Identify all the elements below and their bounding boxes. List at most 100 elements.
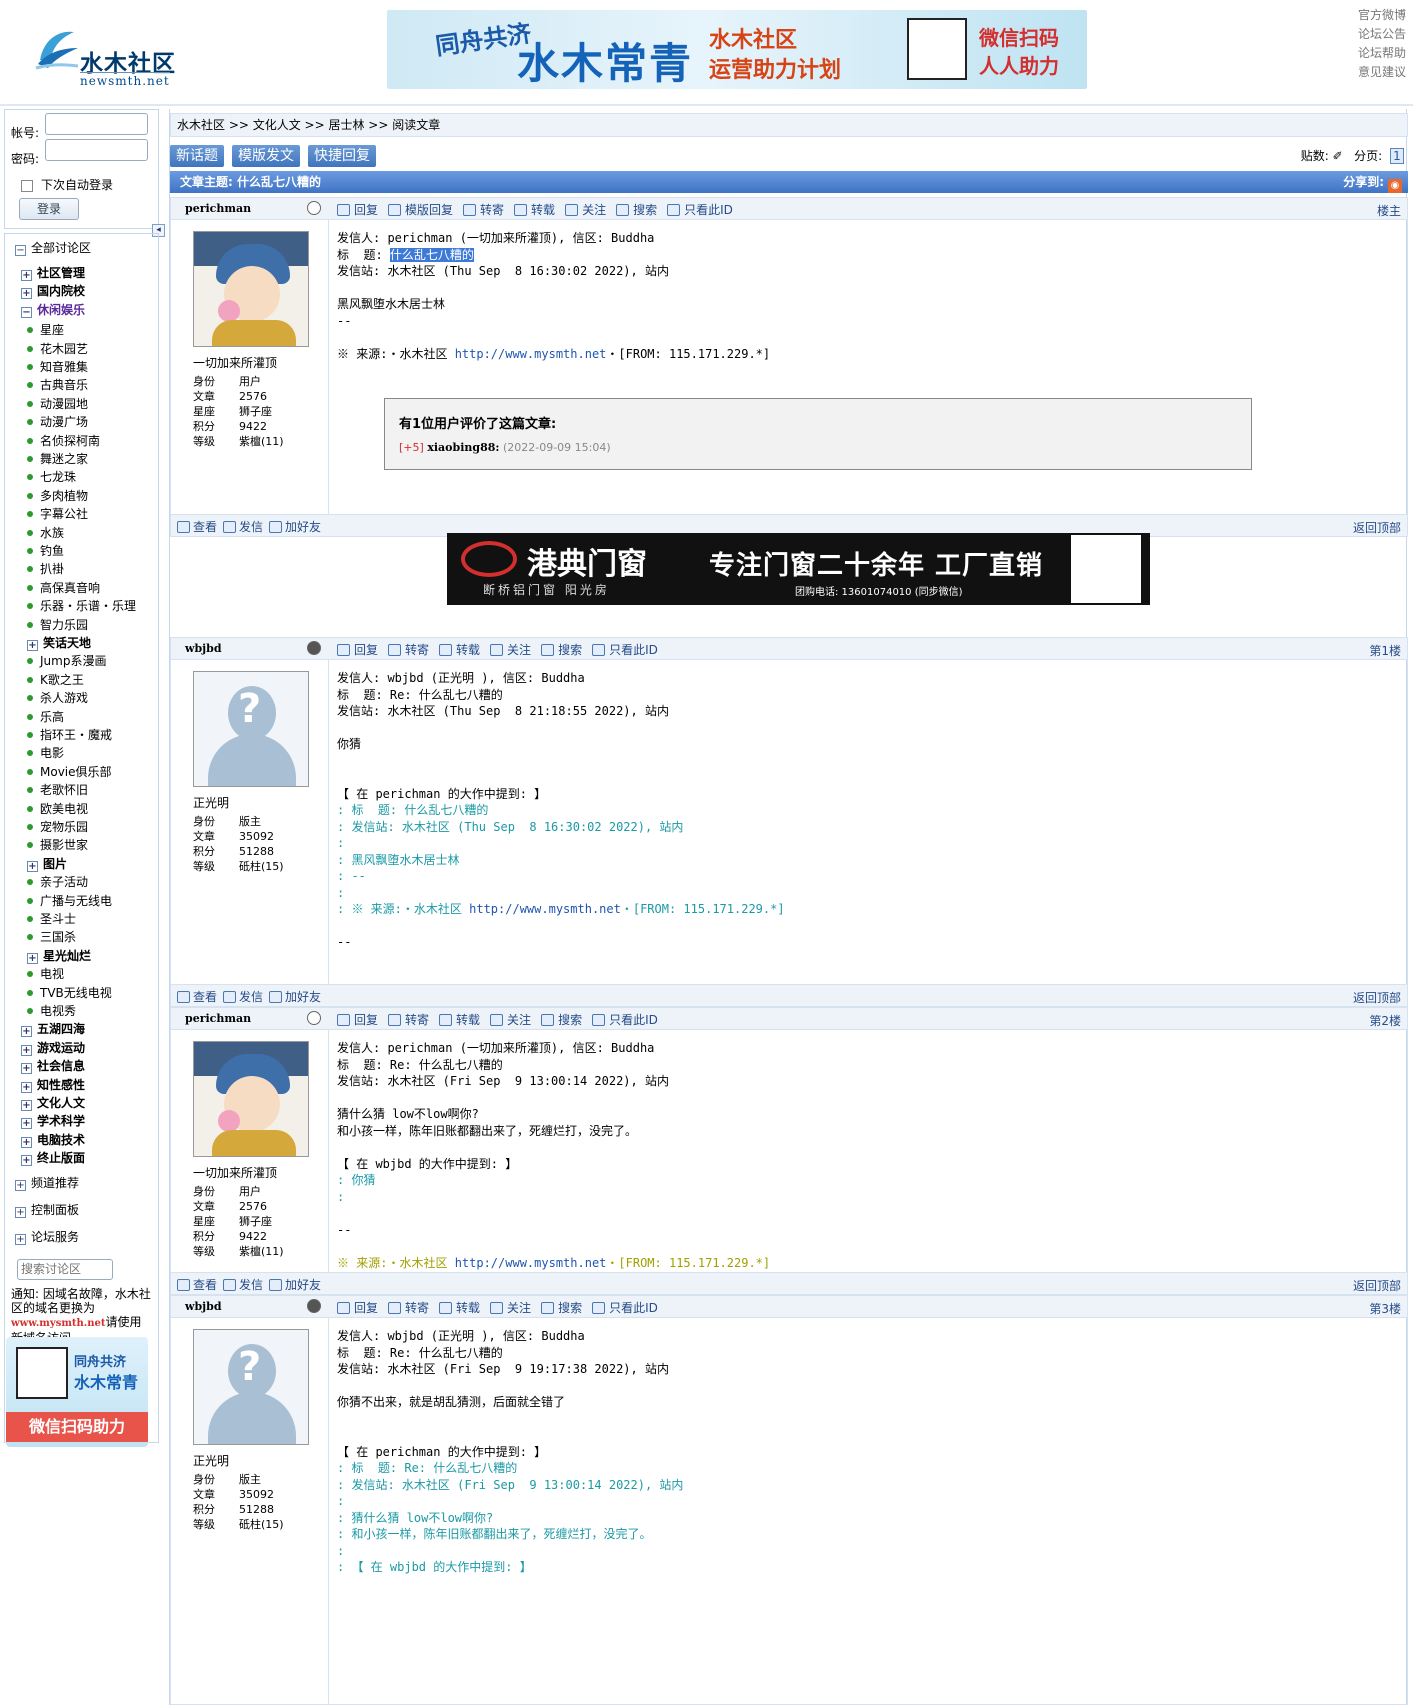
board-search-input[interactable] [17, 1258, 113, 1280]
expand-icon[interactable]: + [21, 1136, 32, 1148]
forward-button[interactable]: 转寄 [388, 1299, 429, 1316]
middle-banner-ad[interactable]: 港典门窗 断桥铝门窗 阳光房 专注门窗二十余年 工厂直销 团购电话: 13601… [447, 533, 1150, 605]
nav-board-link[interactable]: 乐器・乐谱・乐理 [27, 597, 136, 614]
nav-board-link[interactable]: Jump系漫画 [27, 652, 106, 669]
nav-board-link[interactable]: 宠物乐园 [27, 818, 88, 835]
auto-login-checkbox[interactable]: 下次自动登录 [21, 176, 113, 193]
expand-icon[interactable]: + [21, 1044, 32, 1056]
forward-button[interactable]: 转寄 [463, 201, 504, 218]
collapse-icon[interactable]: − [21, 306, 32, 318]
avatar[interactable] [193, 1041, 309, 1157]
back-to-top-link[interactable]: 返回顶部 [1353, 519, 1401, 536]
nav-section[interactable]: + 学术科学 [21, 1112, 85, 1130]
nav-section[interactable]: + 社会信息 [21, 1057, 85, 1075]
view-button[interactable]: 查看 [177, 988, 217, 1005]
nav-subsection[interactable]: + 图片 [27, 855, 67, 872]
only-this-id-button[interactable]: 只看此ID [592, 641, 658, 658]
expand-icon[interactable]: + [15, 1233, 26, 1245]
nav-board-link[interactable]: 指环王・魔戒 [27, 726, 112, 743]
view-button[interactable]: 查看 [177, 1276, 217, 1293]
nav-board-link[interactable]: 扒褂 [27, 560, 64, 577]
nav-root-item[interactable]: + 控制面板 [15, 1201, 79, 1218]
link-forum-help[interactable]: 论坛帮助 [1358, 44, 1406, 63]
nav-subsection[interactable]: + 星光灿烂 [27, 947, 91, 964]
repost-button[interactable]: 转载 [439, 1011, 480, 1028]
expand-icon[interactable]: + [21, 1081, 32, 1093]
source-url-link[interactable]: http://www.mysmth.net [455, 1256, 607, 1270]
nav-board-link[interactable]: 智力乐园 [27, 616, 88, 633]
rating-user-link[interactable]: xiaobing88: [427, 441, 499, 454]
expand-icon[interactable]: + [21, 288, 32, 300]
nav-section[interactable]: + 社区管理 [21, 264, 85, 281]
nav-board-link[interactable]: 高保真音响 [27, 579, 100, 596]
nav-board-link[interactable]: TVB无线电视 [27, 984, 112, 1001]
collapse-icon[interactable]: − [15, 245, 26, 256]
nav-section[interactable]: + 游戏运动 [21, 1039, 85, 1056]
login-button[interactable]: 登录 [19, 198, 79, 220]
per-page-icon[interactable]: ✐ [1333, 149, 1343, 163]
expand-icon[interactable]: + [27, 640, 38, 651]
link-official-weibo[interactable]: 官方微博 [1358, 6, 1406, 25]
nav-board-link[interactable]: 欧美电视 [27, 800, 88, 817]
only-this-id-button[interactable]: 只看此ID [592, 1011, 658, 1028]
expand-icon[interactable]: + [21, 1155, 32, 1167]
top-banner-ad[interactable]: 同舟共济 水木常青 水木社区 运营助力计划 微信扫码 人人助力 [387, 10, 1087, 89]
template-reply-button[interactable]: 模版回复 [388, 201, 453, 218]
expand-icon[interactable]: + [15, 1179, 26, 1191]
nav-board-link[interactable]: Movie俱乐部 [27, 763, 112, 780]
site-logo[interactable]: 水木社区 newsmth.net [34, 22, 184, 88]
new-topic-button[interactable]: 新话题 [170, 145, 224, 167]
share-link[interactable]: 分享到: ◉ [1343, 171, 1402, 193]
reply-button[interactable]: 回复 [337, 641, 378, 658]
nav-section[interactable]: + 五湖四海 [21, 1020, 85, 1038]
repost-button[interactable]: 转载 [439, 1299, 480, 1316]
nav-board-link[interactable]: 舞迷之家 [27, 450, 88, 467]
nav-board-link[interactable]: 乐高 [27, 708, 64, 725]
follow-button[interactable]: 关注 [490, 641, 531, 658]
floor-label[interactable]: 楼主 [1377, 202, 1401, 219]
nav-section-active[interactable]: − 休闲娱乐 [21, 301, 85, 318]
nav-board-link[interactable]: 电视秀 [27, 1002, 76, 1019]
back-to-top-link[interactable]: 返回顶部 [1353, 989, 1401, 1006]
side-ad[interactable]: 同舟共济 水木常青 微信扫码助力 [6, 1337, 148, 1447]
nav-board-link[interactable]: 动漫广场 [27, 413, 88, 430]
quote-src-url-link[interactable]: http://www.mysmth.net [469, 902, 621, 916]
search-button[interactable]: 搜索 [541, 641, 582, 658]
forward-button[interactable]: 转寄 [388, 641, 429, 658]
nav-board-link[interactable]: 古典音乐 [27, 376, 88, 393]
password-input[interactable] [45, 139, 148, 161]
nav-board-link[interactable]: 电影 [27, 744, 64, 761]
notice-domain[interactable]: www.mysmth.net [11, 1318, 106, 1329]
nav-board-link[interactable]: 圣斗士 [27, 910, 76, 927]
only-this-id-button[interactable]: 只看此ID [667, 201, 733, 218]
nav-board-link[interactable]: 杀人游戏 [27, 689, 88, 706]
rss-share-icon[interactable]: ◉ [1388, 179, 1402, 193]
nav-board-link[interactable]: 电视 [27, 965, 64, 982]
author-id[interactable]: wbjbd [185, 1300, 222, 1313]
only-this-id-button[interactable]: 只看此ID [592, 1299, 658, 1316]
send-message-button[interactable]: 发信 [223, 1276, 263, 1293]
expand-icon[interactable]: + [21, 1026, 32, 1038]
floor-label[interactable]: 第1楼 [1369, 642, 1401, 659]
nav-board-link[interactable]: 钓鱼 [27, 542, 64, 559]
expand-icon[interactable]: + [21, 1100, 32, 1111]
author-id[interactable]: wbjbd [185, 642, 222, 655]
repost-button[interactable]: 转载 [439, 641, 480, 658]
nav-all-boards[interactable]: − 全部讨论区 [15, 239, 91, 256]
nav-section[interactable]: + 电脑技术 [21, 1131, 85, 1148]
avatar[interactable] [193, 231, 309, 347]
quick-reply-button[interactable]: 快捷回复 [308, 145, 376, 167]
send-message-button[interactable]: 发信 [223, 988, 263, 1005]
author-id[interactable]: perichman [185, 1012, 251, 1025]
author-id[interactable]: perichman [185, 202, 251, 215]
expand-icon[interactable]: + [27, 860, 38, 872]
avatar[interactable]: ? [193, 671, 309, 787]
page-1-link[interactable]: 1 [1390, 148, 1404, 164]
nav-board-link[interactable]: 多肉植物 [27, 487, 88, 504]
nav-board-link[interactable]: 花木园艺 [27, 340, 88, 357]
nav-section[interactable]: + 终止版面 [21, 1149, 85, 1167]
back-to-top-link[interactable]: 返回顶部 [1353, 1277, 1401, 1294]
nav-board-link[interactable]: 动漫园地 [27, 395, 88, 412]
nav-section[interactable]: + 文化人文 [21, 1094, 85, 1111]
account-input[interactable] [45, 113, 148, 135]
